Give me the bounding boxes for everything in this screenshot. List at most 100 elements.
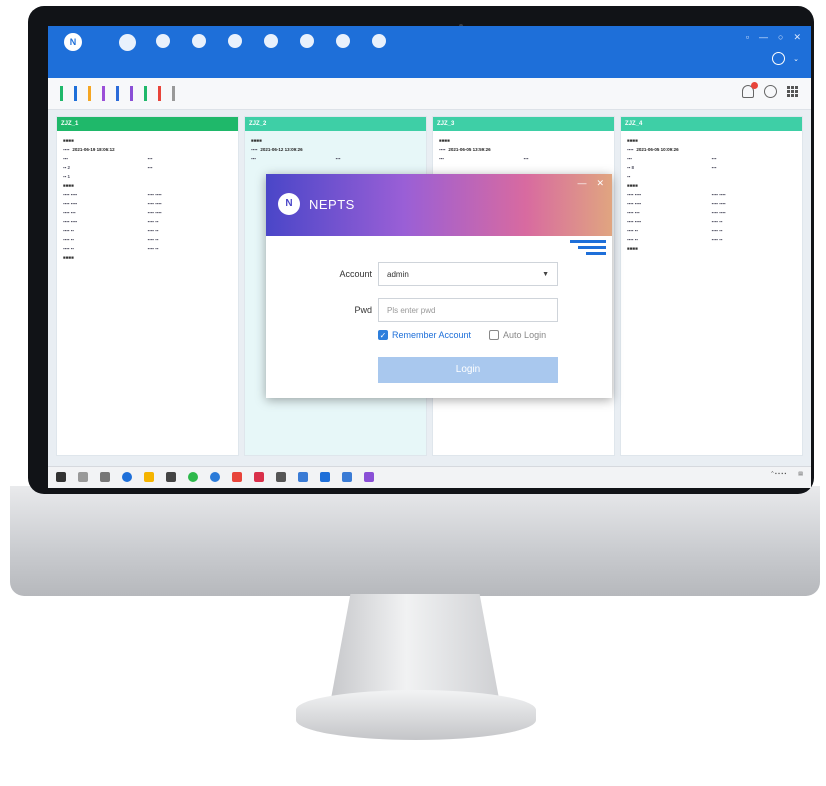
- card-datetime: 2021-06-05 10:09:26: [636, 147, 679, 152]
- user-menu[interactable]: ⌄: [772, 52, 799, 65]
- folder-icon[interactable]: [144, 472, 154, 482]
- window-controls: ▫ — ○ ✕: [746, 32, 801, 43]
- auto-login-checkbox[interactable]: Auto Login: [489, 330, 546, 340]
- card-section-title: ■■■■: [251, 138, 262, 143]
- pwd-label: Pwd: [354, 305, 372, 315]
- nav-item-dashboard[interactable]: [112, 34, 142, 64]
- card-datetime-row: ▪▪▪▪ 2021-06-12 13:09:26: [251, 147, 303, 152]
- app-icon[interactable]: [320, 472, 330, 482]
- screen: N ▫ — ○ ✕ ⌄ ZJZ_1 ■■■■ ▪▪▪▪ 2021-06-19 1…: [48, 26, 811, 488]
- card-section-title: ■■■■: [627, 246, 638, 251]
- app-icon[interactable]: [232, 472, 242, 482]
- start-icon[interactable]: [56, 472, 66, 482]
- task-view-icon[interactable]: [100, 472, 110, 482]
- device-card[interactable]: ZJZ_1 ■■■■ ▪▪▪▪ 2021-06-19 18:06:12 ▪▪▪ ▪…: [56, 116, 239, 456]
- login-options: ✓ Remember Account Auto Login: [378, 330, 546, 340]
- close-icon[interactable]: ✕: [596, 178, 604, 189]
- legend-swatch: [88, 86, 91, 101]
- nav-item-5[interactable]: [256, 34, 286, 64]
- card-row: ▪▪▪▪ ▪▪▪▪ ▪▪▪▪ ▪▪: [627, 219, 723, 224]
- legend-item[interactable]: [74, 86, 80, 101]
- legend-item[interactable]: [172, 86, 178, 101]
- login-dialog-title: NEPTS: [309, 197, 355, 212]
- close-icon[interactable]: ✕: [793, 32, 801, 43]
- app-icon[interactable]: [364, 472, 374, 482]
- legend-item[interactable]: [116, 86, 122, 101]
- legend-item[interactable]: [158, 86, 164, 101]
- pwd-input[interactable]: Pls enter pwd: [378, 298, 558, 322]
- nav-item-6[interactable]: [292, 34, 322, 64]
- apps-grid-icon[interactable]: [787, 85, 799, 98]
- notification-icon[interactable]: ▤: [798, 471, 803, 477]
- chevron-down-icon: ▼: [542, 270, 549, 278]
- edge-icon[interactable]: [122, 472, 132, 482]
- decor-stripe: [570, 240, 606, 243]
- card-header: ZJZ_3: [433, 117, 614, 131]
- remember-account-checkbox[interactable]: ✓ Remember Account: [378, 330, 471, 340]
- card-row: ▪▪ 1: [63, 174, 70, 179]
- account-select[interactable]: admin ▼: [378, 262, 558, 286]
- nav-item-8[interactable]: [364, 34, 394, 64]
- search-icon[interactable]: [78, 472, 88, 482]
- device-card[interactable]: ZJZ_4 ■■■■ ▪▪▪▪ 2021-06-05 10:09:26 ▪▪▪ ▪…: [620, 116, 803, 456]
- nav-item-4[interactable]: [220, 34, 250, 64]
- card-row: ▪▪: [627, 174, 631, 179]
- tray-icons[interactable]: ^ ▪ ▪ ▪ ▪: [771, 471, 786, 477]
- card-row: ▪▪▪ ▪▪▪: [63, 156, 153, 161]
- legend-item[interactable]: [102, 86, 108, 101]
- list-icon: [264, 34, 278, 48]
- card-title: ZJZ_4: [625, 121, 643, 127]
- minimize-icon[interactable]: —: [577, 178, 586, 189]
- legend-item[interactable]: [144, 86, 150, 101]
- card-body: ■■■■ ▪▪▪▪ 2021-06-12 13:09:26 ▪▪▪ ▪▪▪: [245, 131, 426, 168]
- login-button[interactable]: Login: [378, 357, 558, 383]
- nav-item-2[interactable]: [148, 34, 178, 64]
- legend-swatch: [116, 86, 119, 101]
- card-row: ▪▪▪▪ ▪▪▪ ▪▪▪▪ ▪▪▪▪: [627, 210, 726, 215]
- card-datetime: 2021-06-12 13:09:26: [260, 147, 303, 152]
- pwd-row: Pwd Pls enter pwd: [284, 298, 558, 322]
- card-row: ▪▪ 2 ▪▪▪: [63, 165, 153, 170]
- legend-swatch: [130, 86, 133, 101]
- card-row: ▪▪▪▪ ▪▪ ▪▪▪▪ ▪▪: [627, 237, 723, 242]
- app-icon[interactable]: [276, 472, 286, 482]
- monitor-icon: [228, 34, 242, 48]
- app-icon[interactable]: [342, 472, 352, 482]
- auto-login-label: Auto Login: [503, 330, 547, 340]
- bell-icon[interactable]: [742, 82, 758, 98]
- check-icon: ✓: [378, 330, 388, 340]
- os-taskbar: ^ ▪ ▪ ▪ ▪ ▤: [48, 466, 811, 488]
- legend-swatch: [144, 86, 147, 101]
- restore-icon[interactable]: ▫: [746, 32, 749, 43]
- card-row: ▪▪▪ ▪▪▪: [251, 156, 341, 161]
- login-dialog-header: N NEPTS — ✕: [266, 174, 612, 236]
- app-icon[interactable]: [254, 472, 264, 482]
- app-icon[interactable]: [298, 472, 308, 482]
- legend-item[interactable]: [60, 86, 66, 101]
- nav-item-3[interactable]: [184, 34, 214, 64]
- monitor-chin: [10, 486, 820, 596]
- app-icon[interactable]: [210, 472, 220, 482]
- legend-item[interactable]: [88, 86, 94, 101]
- nav-item-7[interactable]: [328, 34, 358, 64]
- app-logo: N: [56, 32, 90, 72]
- card-header: ZJZ_2: [245, 117, 426, 131]
- main-nav: [112, 34, 394, 64]
- app-icon[interactable]: [188, 472, 198, 482]
- card-section-title: ■■■■: [63, 138, 74, 143]
- card-row: ▪▪▪ ▪▪▪: [439, 156, 529, 161]
- taskbar-apps: [56, 472, 374, 482]
- legend-swatch: [74, 86, 77, 101]
- skin-icon[interactable]: —: [759, 32, 768, 43]
- info-icon[interactable]: [764, 85, 777, 98]
- minimize-icon[interactable]: ○: [778, 32, 783, 43]
- card-row: ▪▪▪▪ ▪▪▪▪ ▪▪▪▪ ▪▪▪▪: [63, 192, 162, 197]
- chevron-down-icon: ⌄: [793, 55, 799, 63]
- nepts-logo: N: [278, 193, 300, 215]
- chart-icon: [192, 34, 206, 48]
- store-icon[interactable]: [166, 472, 176, 482]
- card-body: ■■■■ ▪▪▪▪ 2021-06-05 10:09:26 ▪▪▪ ▪▪▪ ▪▪ …: [621, 131, 802, 258]
- legend-item[interactable]: [130, 86, 136, 101]
- card-title: ZJZ_1: [61, 121, 79, 127]
- account-row: Account admin ▼: [284, 262, 558, 286]
